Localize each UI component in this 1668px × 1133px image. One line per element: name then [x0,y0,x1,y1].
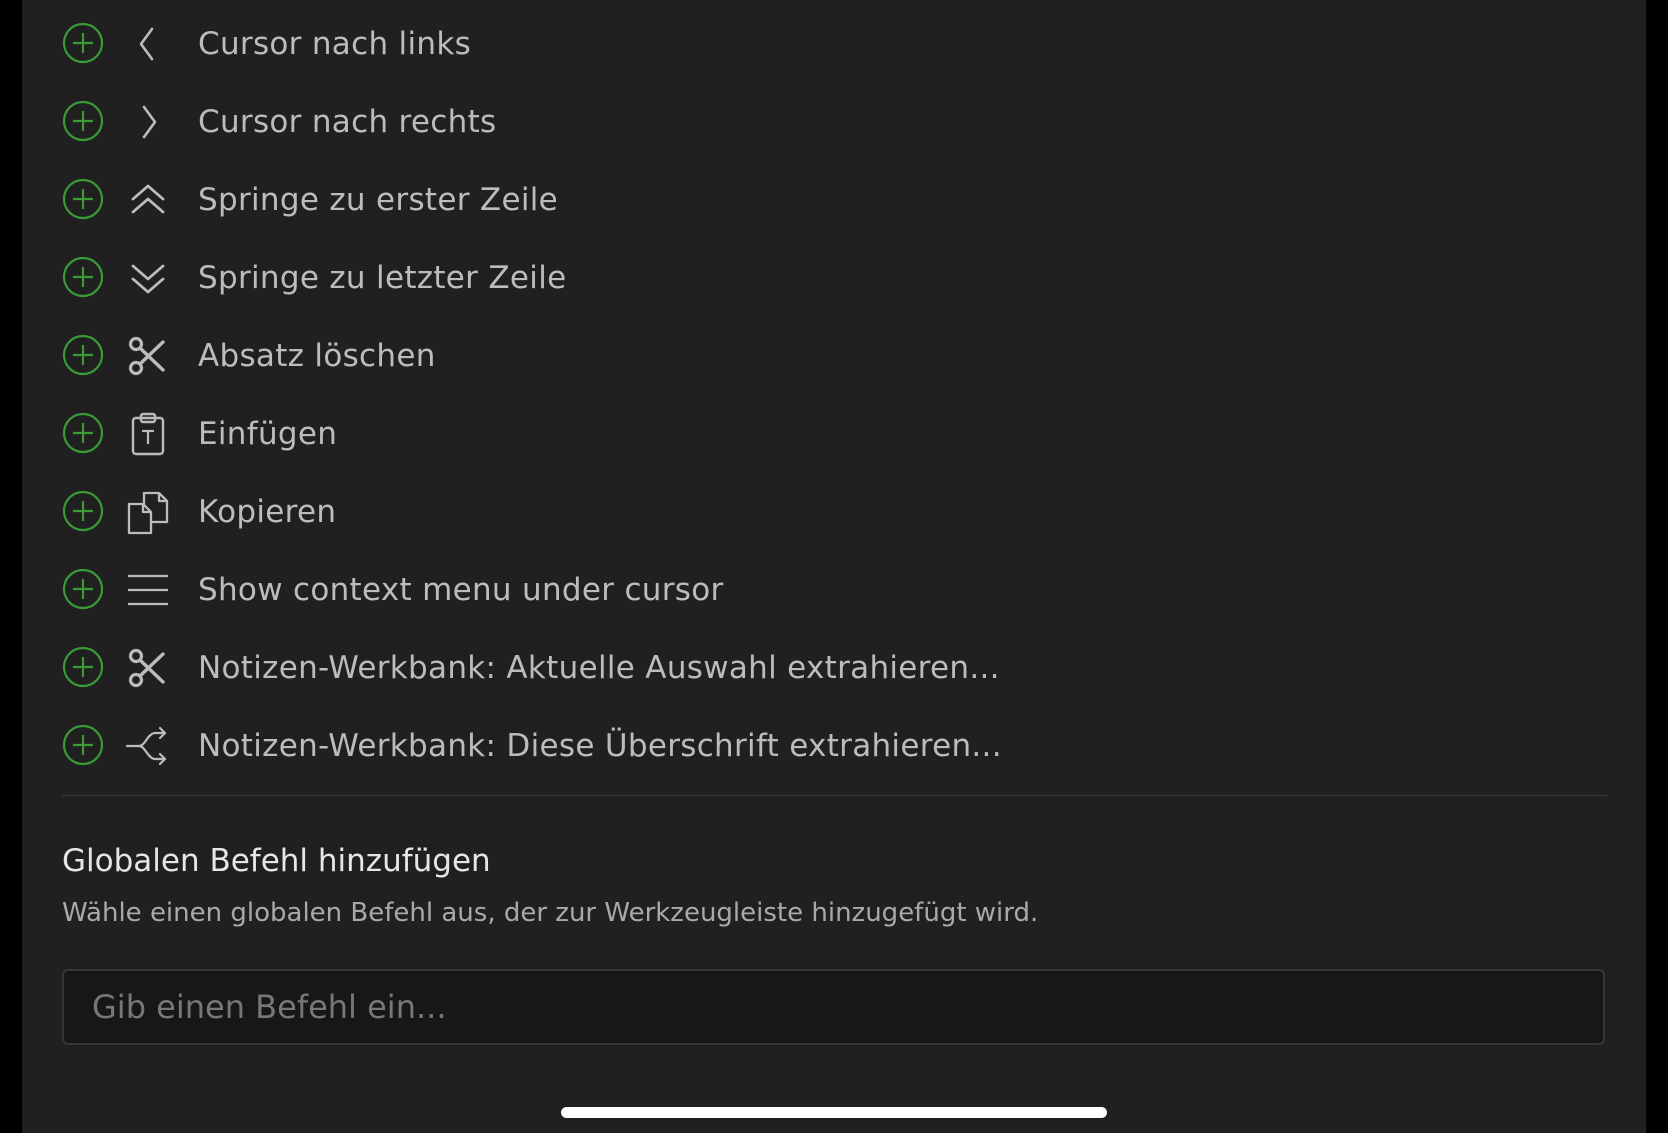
command-row-first-line: Springe zu erster Zeile [22,168,1646,228]
clipboard-type-icon [131,412,165,456]
command-label: Springe zu letzter Zeile [198,260,567,296]
command-row-delete-paragraph: Absatz löschen [22,324,1646,384]
command-row-copy: Kopieren [22,480,1646,540]
command-row-extract-selection: Notizen-Werkbank: Aktuelle Auswahl extra… [22,636,1646,696]
add-circle-icon[interactable] [62,646,104,688]
scissors-icon [128,336,165,376]
command-label: Notizen-Werkbank: Diese Überschrift extr… [198,728,1002,764]
settings-panel: Cursor nach links Cursor nach rechts Spr… [22,0,1646,1133]
chevron-right-icon [142,105,157,139]
menu-icon [128,574,168,606]
add-circle-icon[interactable] [62,490,104,532]
add-circle-icon[interactable] [62,412,104,454]
add-circle-icon[interactable] [62,724,104,766]
chevron-left-icon [139,27,154,61]
command-label: Show context menu under cursor [198,572,724,608]
command-label: Cursor nach rechts [198,104,497,140]
command-row-cursor-right: Cursor nach rechts [22,90,1646,150]
command-row-extract-heading: Notizen-Werkbank: Diese Überschrift extr… [22,714,1646,774]
add-circle-icon[interactable] [62,100,104,142]
command-row-context-menu: Show context menu under cursor [22,558,1646,618]
split-arrow-icon [125,726,167,766]
command-row-last-line: Springe zu letzter Zeile [22,246,1646,306]
command-label: Springe zu erster Zeile [198,182,559,218]
add-circle-icon[interactable] [62,178,104,220]
command-row-cursor-left: Cursor nach links [22,12,1646,72]
add-circle-icon[interactable] [62,256,104,298]
chevrons-down-icon [131,264,165,294]
section-divider [62,795,1607,796]
command-label: Einfügen [198,416,338,452]
add-circle-icon[interactable] [62,22,104,64]
add-circle-icon[interactable] [62,568,104,610]
command-search-input[interactable] [62,969,1605,1045]
add-circle-icon[interactable] [62,334,104,376]
command-label: Cursor nach links [198,26,472,62]
command-label: Absatz löschen [198,338,436,374]
chevrons-up-icon [131,184,165,214]
home-indicator[interactable] [561,1107,1107,1118]
global-command-title: Globalen Befehl hinzufügen [62,843,491,879]
command-row-paste: Einfügen [22,402,1646,462]
copy-icon [127,491,169,535]
global-command-description: Wähle einen globalen Befehl aus, der zur… [62,898,1039,928]
scissors-icon [128,648,165,688]
command-label: Notizen-Werkbank: Aktuelle Auswahl extra… [198,650,1000,686]
command-label: Kopieren [198,494,337,530]
